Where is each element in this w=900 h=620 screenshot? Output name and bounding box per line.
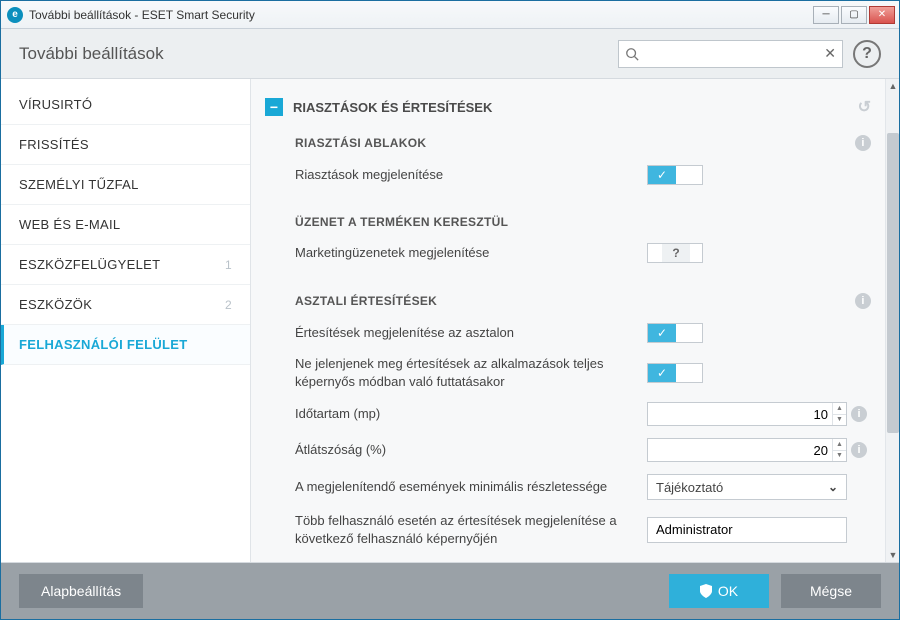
search-box[interactable]: ✕ <box>618 40 843 68</box>
sidebar-item-firewall[interactable]: SZEMÉLYI TŰZFAL <box>1 165 250 205</box>
reset-icon[interactable]: ↺ <box>858 97 871 117</box>
titlebar: e További beállítások - ESET Smart Secur… <box>1 1 899 29</box>
spin-up-icon: ▲ <box>833 403 846 415</box>
duration-input[interactable]: ▲▼ <box>647 402 847 426</box>
maximize-button[interactable]: ▢ <box>841 6 867 24</box>
cancel-button[interactable]: Mégse <box>781 574 881 608</box>
sidebar-item-device-control[interactable]: ESZKÖZFELÜGYELET1 <box>1 245 250 285</box>
sidebar-item-user-interface[interactable]: FELHASZNÁLÓI FELÜLET <box>1 325 250 365</box>
sidebar-item-antivirus[interactable]: VÍRUSIRTÓ <box>1 85 250 125</box>
sidebar-item-web-email[interactable]: WEB ÉS E-MAIL <box>1 205 250 245</box>
window-controls: ─ ▢ ✕ <box>813 6 895 24</box>
defaults-button[interactable]: Alapbeállítás <box>19 574 143 608</box>
row-show-desktop-notif: Értesítések megjelenítése az asztalon <box>251 317 885 349</box>
section-title: RIASZTÁSOK ÉS ÉRTESÍTÉSEK <box>293 100 492 115</box>
scroll-thumb[interactable] <box>887 133 899 433</box>
window-title: További beállítások - ESET Smart Securit… <box>29 8 813 22</box>
app-logo-icon: e <box>7 7 23 23</box>
search-input[interactable] <box>643 46 824 61</box>
subsection-desktop-notif: ASZTALI ÉRTESÍTÉSEK i <box>251 283 885 317</box>
sidebar: VÍRUSIRTÓ FRISSÍTÉS SZEMÉLYI TŰZFAL WEB … <box>1 79 251 562</box>
duration-field[interactable] <box>648 407 832 422</box>
close-button[interactable]: ✕ <box>869 6 895 24</box>
content-scroll[interactable]: − RIASZTÁSOK ÉS ÉRTESÍTÉSEK ↺ RIASZTÁSI … <box>251 79 885 562</box>
ok-button[interactable]: OK <box>669 574 769 608</box>
row-marketing-msg: Marketingüzenetek megjelenítése <box>251 237 885 269</box>
toggle-marketing-msg[interactable] <box>647 243 703 263</box>
spinner[interactable]: ▲▼ <box>832 403 846 425</box>
toggle-show-alerts[interactable] <box>647 165 703 185</box>
verbosity-select[interactable]: Tájékoztató ⌄ <box>647 474 847 500</box>
info-icon[interactable]: i <box>855 135 871 151</box>
vertical-scrollbar[interactable]: ▲ ▼ <box>885 79 899 562</box>
row-min-verbosity: A megjelenítendő események minimális rés… <box>251 468 885 506</box>
row-transparency: Átlátszóság (%) ▲▼ i <box>251 432 885 468</box>
spin-down-icon: ▼ <box>833 415 846 426</box>
row-multiuser-target: Több felhasználó esetén az értesítések m… <box>251 506 885 553</box>
body: VÍRUSIRTÓ FRISSÍTÉS SZEMÉLYI TŰZFAL WEB … <box>1 79 899 563</box>
transparency-field[interactable] <box>648 443 832 458</box>
header-bar: További beállítások ✕ ? <box>1 29 899 79</box>
settings-window: e További beállítások - ESET Smart Secur… <box>0 0 900 620</box>
minimize-button[interactable]: ─ <box>813 6 839 24</box>
multiuser-target-input[interactable] <box>647 517 847 543</box>
toggle-fullscreen-suppress[interactable] <box>647 363 703 383</box>
search-icon <box>625 47 639 61</box>
spin-up-icon: ▲ <box>833 439 846 451</box>
section-header-alerts: − RIASZTÁSOK ÉS ÉRTESÍTÉSEK ↺ <box>251 89 885 125</box>
info-icon[interactable]: i <box>851 442 867 458</box>
collapse-icon[interactable]: − <box>265 98 283 116</box>
help-button[interactable]: ? <box>853 40 881 68</box>
sidebar-item-update[interactable]: FRISSÍTÉS <box>1 125 250 165</box>
subsection-alert-windows: RIASZTÁSI ABLAKOK i <box>251 125 885 159</box>
scroll-down-icon[interactable]: ▼ <box>886 548 899 562</box>
spin-down-icon: ▼ <box>833 451 846 462</box>
page-title: További beállítások <box>19 44 618 64</box>
shield-icon <box>700 584 712 598</box>
row-duration: Időtartam (mp) ▲▼ i <box>251 396 885 432</box>
clear-search-icon[interactable]: ✕ <box>824 45 836 62</box>
transparency-input[interactable]: ▲▼ <box>647 438 847 462</box>
row-fullscreen-suppress: Ne jelenjenek meg értesítések az alkalma… <box>251 349 885 396</box>
footer: Alapbeállítás OK Mégse <box>1 563 899 619</box>
info-icon[interactable]: i <box>851 406 867 422</box>
chevron-down-icon: ⌄ <box>828 480 838 494</box>
sidebar-item-tools[interactable]: ESZKÖZÖK2 <box>1 285 250 325</box>
row-show-alerts: Riasztások megjelenítése <box>251 159 885 191</box>
subsection-in-product-msg: ÜZENET A TERMÉKEN KERESZTÜL <box>251 205 885 237</box>
info-icon[interactable]: i <box>855 293 871 309</box>
scroll-up-icon[interactable]: ▲ <box>886 79 899 93</box>
toggle-desktop-notif[interactable] <box>647 323 703 343</box>
spinner[interactable]: ▲▼ <box>832 439 846 461</box>
main-panel: − RIASZTÁSOK ÉS ÉRTESÍTÉSEK ↺ RIASZTÁSI … <box>251 79 899 562</box>
